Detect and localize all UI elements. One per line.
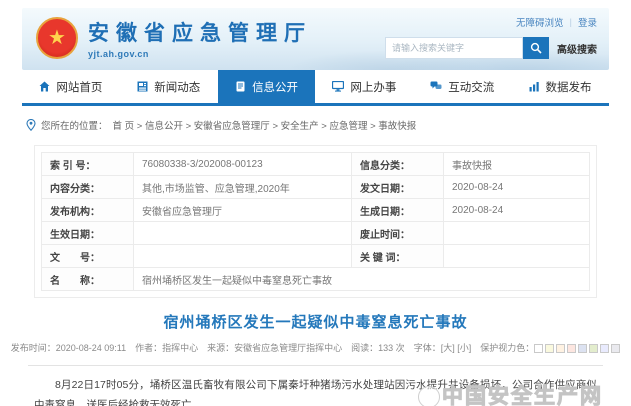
article-meta: 发布时间：2020-08-24 09:11 作者：指挥中心 来源：安徽省应急管理… <box>0 341 631 354</box>
nav-label: 信息公开 <box>252 79 298 95</box>
login-link[interactable]: 登录 <box>578 15 597 29</box>
field-value-publisher: 安徽省应急管理厅 <box>134 199 352 222</box>
eye-protect-label: 保护视力色： <box>480 343 534 353</box>
field-value-info-category: 事故快报 <box>444 153 590 176</box>
field-value-issue-date: 2020-08-24 <box>444 176 590 199</box>
document-meta-card: 索 引 号： 76080338-3/202008-00123 信息分类： 事故快… <box>34 145 597 298</box>
meta-divider <box>28 365 603 366</box>
document-meta-table: 索 引 号： 76080338-3/202008-00123 信息分类： 事故快… <box>41 152 590 291</box>
font-size-small-button[interactable]: [小] <box>457 343 471 353</box>
field-label: 生成日期： <box>352 199 444 222</box>
field-label: 生效日期： <box>42 222 134 245</box>
article-title: 宿州埇桥区发生一起疑似中毒窒息死亡事故 <box>0 311 631 332</box>
font-size-control: 字体：[大] [小] <box>414 341 472 354</box>
eye-color-swatch[interactable] <box>578 344 587 353</box>
nav-label: 数据发布 <box>546 79 592 95</box>
accessibility-link[interactable]: 无障碍浏览 <box>516 15 564 29</box>
publish-time: 发布时间：2020-08-24 09:11 <box>11 341 126 354</box>
site-banner: ★ 安徽省应急管理厅 yjt.ah.gov.cn 无障碍浏览 | 登录 高级搜索 <box>22 8 609 70</box>
nav-label: 新闻动态 <box>154 79 200 95</box>
search-icon <box>530 42 542 54</box>
nav-item-news[interactable]: 新闻动态 <box>120 70 218 103</box>
nav-item-interaction[interactable]: 互动交流 <box>413 70 511 103</box>
table-row: 文 号： 关 键 词： <box>42 245 590 268</box>
eye-color-swatch[interactable] <box>600 344 609 353</box>
search-button[interactable] <box>523 37 549 59</box>
search-input[interactable] <box>385 37 523 59</box>
nav-label: 网上办事 <box>350 79 396 95</box>
eye-protect-swatches <box>534 344 620 353</box>
home-icon <box>39 81 50 92</box>
table-row: 内容分类： 其他,市场监管、应急管理,2020年 发文日期： 2020-08-2… <box>42 176 590 199</box>
nav-label: 网站首页 <box>56 79 102 95</box>
site-domain: yjt.ah.gov.cn <box>88 49 312 59</box>
field-label: 发文日期： <box>352 176 444 199</box>
table-row: 生效日期： 废止时间： <box>42 222 590 245</box>
page: ★ 安徽省应急管理厅 yjt.ah.gov.cn 无障碍浏览 | 登录 高级搜索… <box>0 8 631 406</box>
font-size-large-button[interactable]: [大] <box>441 343 455 353</box>
field-label: 关 键 词： <box>352 245 444 268</box>
chat-icon <box>430 81 442 92</box>
location-pin-icon <box>26 119 36 131</box>
news-icon <box>137 81 148 92</box>
breadcrumb: 您所在的位置： 首 页 > 信息公开 > 安徽省应急管理厅 > 安全生产 > 应急… <box>26 118 605 132</box>
field-value-index-number: 76080338-3/202008-00123 <box>134 153 352 176</box>
field-value-keywords <box>444 245 590 268</box>
field-value-document-name: 宿州埇桥区发生一起疑似中毒窒息死亡事故 <box>134 268 590 291</box>
eye-color-swatch[interactable] <box>545 344 554 353</box>
eye-color-swatch[interactable] <box>589 344 598 353</box>
source: 来源：安徽省应急管理厅指挥中心 <box>207 341 342 354</box>
nav-item-data-release[interactable]: 数据发布 <box>511 70 609 103</box>
field-value-content-category: 其他,市场监管、应急管理,2020年 <box>134 176 352 199</box>
view-count: 阅读：133 次 <box>351 341 405 354</box>
document-icon <box>235 81 246 92</box>
field-value-repeal-date <box>444 222 590 245</box>
site-logo[interactable]: ★ 安徽省应急管理厅 yjt.ah.gov.cn <box>36 17 312 59</box>
eye-color-swatch[interactable] <box>556 344 565 353</box>
site-title: 安徽省应急管理厅 <box>88 17 312 47</box>
breadcrumb-prefix: 您所在的位置： <box>41 118 108 132</box>
advanced-search-link[interactable]: 高级搜索 <box>557 41 597 56</box>
field-label: 发布机构： <box>42 199 134 222</box>
monitor-icon <box>332 81 344 92</box>
nav-item-info-disclosure[interactable]: 信息公开 <box>218 70 316 103</box>
eye-protect-control: 保护视力色： <box>480 341 620 354</box>
field-label: 废止时间： <box>352 222 444 245</box>
field-value-generate-date: 2020-08-24 <box>444 199 590 222</box>
eye-color-swatch[interactable] <box>567 344 576 353</box>
body-text: 8月22日17时05分，埇桥区温氏畜牧有限公司下属秦圩种猪场污水处理站因污水提升… <box>55 379 587 391</box>
main-nav: 网站首页 新闻动态 信息公开 网上办事 互动交流 数据发布 <box>22 70 609 106</box>
chart-icon <box>529 81 540 92</box>
field-label: 索 引 号： <box>42 153 134 176</box>
field-label: 文 号： <box>42 245 134 268</box>
eye-color-swatch[interactable] <box>611 344 620 353</box>
field-value-effective-date <box>134 222 352 245</box>
table-row: 索 引 号： 76080338-3/202008-00123 信息分类： 事故快… <box>42 153 590 176</box>
author: 作者：指挥中心 <box>135 341 198 354</box>
nav-label: 互动交流 <box>448 79 494 95</box>
field-label: 信息分类： <box>352 153 444 176</box>
nav-item-online-services[interactable]: 网上办事 <box>315 70 413 103</box>
nav-item-home[interactable]: 网站首页 <box>22 70 120 103</box>
eye-color-swatch[interactable] <box>534 344 543 353</box>
breadcrumb-path[interactable]: 首 页 > 信息公开 > 安徽省应急管理厅 > 安全生产 > 应急管理 > 事故… <box>113 118 417 132</box>
article-body: 8月22日17时05分，埇桥区温氏畜牧有限公司下属秦圩种猪场污水处理站因污水提升… <box>34 375 597 406</box>
font-size-label: 字体： <box>414 343 441 353</box>
table-row: 名 称： 宿州埇桥区发生一起疑似中毒窒息死亡事故 <box>42 268 590 291</box>
table-row: 发布机构： 安徽省应急管理厅 生成日期： 2020-08-24 <box>42 199 590 222</box>
national-emblem-icon: ★ <box>36 17 78 59</box>
field-label: 名 称： <box>42 268 134 291</box>
field-value-doc-number <box>134 245 352 268</box>
field-label: 内容分类： <box>42 176 134 199</box>
top-links-divider: | <box>570 17 572 28</box>
